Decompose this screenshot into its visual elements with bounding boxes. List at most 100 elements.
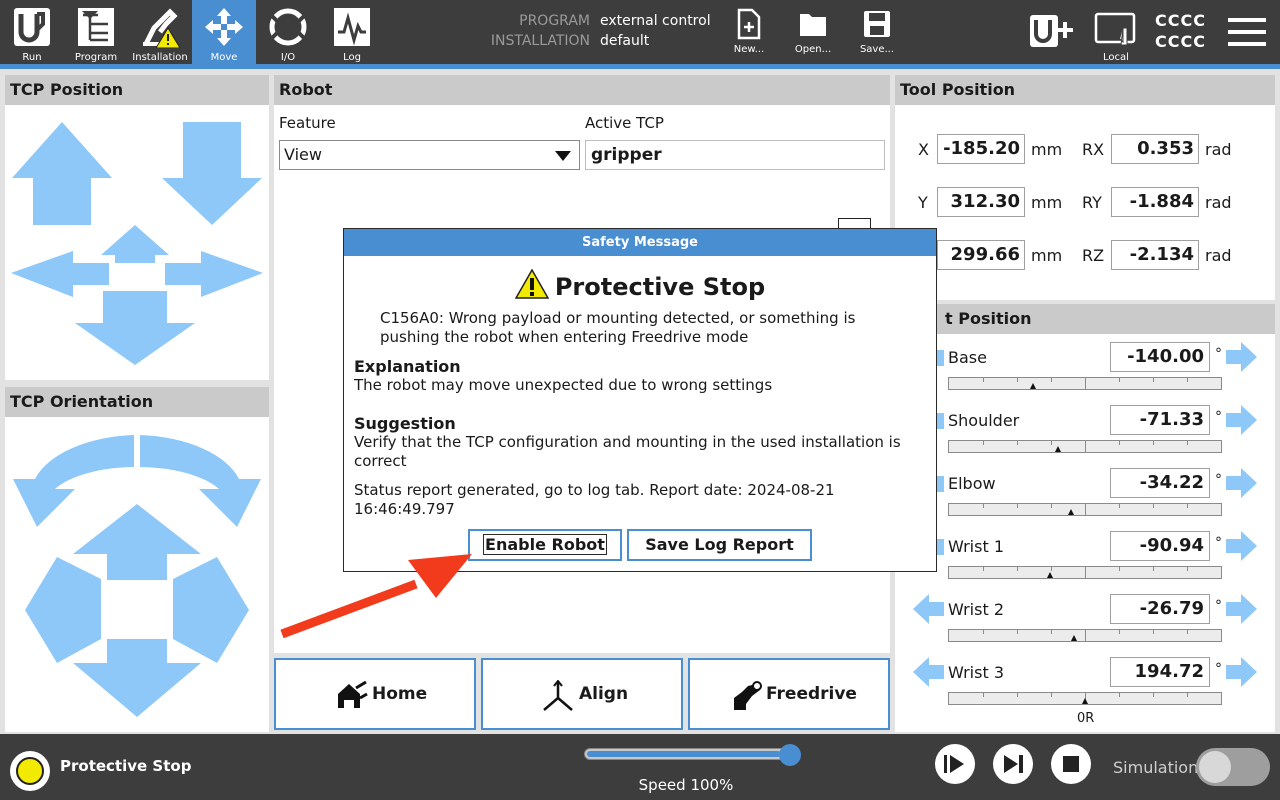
joint-slider[interactable] <box>948 692 1222 705</box>
tilt-left-arrow[interactable] <box>25 557 101 663</box>
suggestion-line1: Verify that the TCP configuration and mo… <box>354 433 901 451</box>
jog-down-z-arrow[interactable] <box>162 122 262 225</box>
joint-slider-thumb[interactable] <box>1030 383 1036 389</box>
robot-title: Robot <box>274 75 890 105</box>
save-log-report-button[interactable]: Save Log Report <box>627 529 812 561</box>
axis-x-value[interactable]: -185.20 <box>937 134 1025 164</box>
axis-z-value[interactable]: 299.66 <box>937 240 1025 270</box>
slider-tick <box>1187 693 1188 697</box>
urcaps-plus-icon[interactable] <box>1029 14 1073 48</box>
joint-decrease-arrow[interactable] <box>911 593 945 625</box>
joint-slider[interactable] <box>948 566 1222 579</box>
tcp-position-title: TCP Position <box>5 75 269 105</box>
freedrive-button[interactable]: Freedrive <box>688 658 890 730</box>
joint-slider[interactable] <box>948 629 1222 642</box>
align-button[interactable]: Align <box>481 658 683 730</box>
tab-move[interactable]: Move <box>192 0 256 64</box>
joint-increase-arrow[interactable] <box>1225 593 1259 625</box>
axis-y-label: Y <box>918 193 928 212</box>
slider-tick <box>983 378 984 382</box>
joint-decrease-arrow[interactable] <box>937 413 944 429</box>
tab-log[interactable]: Log <box>320 0 384 64</box>
joint-decrease-arrow[interactable] <box>937 539 944 555</box>
tilt-backward-arrow[interactable] <box>73 639 201 717</box>
joint-slider[interactable] <box>948 377 1222 390</box>
enable-robot-label: Enable Robot <box>483 534 607 555</box>
jog-right-arrow[interactable] <box>165 251 263 297</box>
joint-increase-arrow[interactable] <box>1225 467 1259 499</box>
feature-select[interactable]: View <box>279 140 580 170</box>
tilt-forward-arrow[interactable] <box>73 504 201 580</box>
step-button[interactable] <box>993 744 1033 784</box>
tab-program[interactable]: Program <box>64 0 128 64</box>
axis-y-value[interactable]: 312.30 <box>937 187 1025 217</box>
stop-button[interactable] <box>1051 744 1091 784</box>
joint-value[interactable]: -34.22 <box>1110 468 1210 498</box>
axis-rx-value[interactable]: 0.353 <box>1111 134 1199 164</box>
speed-slider-knob[interactable] <box>779 744 801 766</box>
log-icon <box>334 8 370 46</box>
jog-forward-arrow[interactable] <box>101 225 169 263</box>
status-text: Protective Stop <box>60 757 192 775</box>
active-tcp-field[interactable]: gripper <box>585 140 885 170</box>
tab-io[interactable]: I/O <box>256 0 320 64</box>
hamburger-menu-icon[interactable] <box>1228 16 1268 48</box>
active-tcp-label: Active TCP <box>585 114 664 132</box>
joint-value[interactable]: -140.00 <box>1110 342 1210 372</box>
joint-slider-thumb[interactable] <box>1055 446 1061 452</box>
jog-backward-arrow[interactable] <box>75 291 195 365</box>
axis-ry-value[interactable]: -1.884 <box>1111 187 1199 217</box>
joint-value[interactable]: -26.79 <box>1110 594 1210 624</box>
joint-unit: ° <box>1215 598 1222 614</box>
slider-tick <box>1051 630 1052 634</box>
slider-tick <box>1051 441 1052 445</box>
joint-increase-arrow[interactable] <box>1225 404 1259 436</box>
play-button[interactable] <box>935 744 975 784</box>
joint-slider-thumb[interactable] <box>1082 698 1088 704</box>
tab-installation[interactable]: Installation <box>128 0 192 64</box>
joint-value[interactable]: -90.94 <box>1110 531 1210 561</box>
dialog-heading: Protective Stop <box>344 265 936 301</box>
joint-slider[interactable] <box>948 503 1222 516</box>
joint-decrease-arrow[interactable] <box>911 656 945 688</box>
joint-value[interactable]: -71.33 <box>1110 405 1210 435</box>
slider-tick <box>1153 630 1154 634</box>
tab-run[interactable]: Run <box>0 0 64 64</box>
axis-ry-unit: rad <box>1205 193 1232 212</box>
local-button[interactable]: Local <box>1091 0 1141 64</box>
axis-rz-value[interactable]: -2.134 <box>1111 240 1199 270</box>
joint-value[interactable]: 194.72 <box>1110 657 1210 687</box>
report-line1: Status report generated, go to log tab. … <box>354 481 835 499</box>
home-button[interactable]: Home <box>274 658 476 730</box>
slider-tick <box>1187 504 1188 508</box>
joint-increase-arrow[interactable] <box>1225 656 1259 688</box>
rotate-ccw-arrow[interactable] <box>13 435 134 527</box>
joint-name: Shoulder <box>948 411 1020 430</box>
tilt-right-arrow[interactable] <box>173 557 249 663</box>
step-forward-icon <box>1004 755 1023 773</box>
new-button[interactable]: New... <box>721 0 777 64</box>
joint-decrease-arrow[interactable] <box>937 350 944 366</box>
joint-slider-thumb[interactable] <box>1068 509 1074 515</box>
joint-slider-thumb[interactable] <box>1071 635 1077 641</box>
joint-slider[interactable] <box>948 440 1222 453</box>
save-button[interactable]: Save... <box>849 0 905 64</box>
joint-increase-arrow[interactable] <box>1225 530 1259 562</box>
joint-increase-arrow[interactable] <box>1225 341 1259 373</box>
joint-unit: ° <box>1215 661 1222 677</box>
jog-left-arrow[interactable] <box>11 251 109 297</box>
feature-select-value: View <box>284 145 322 164</box>
top-bar: Run Program Installation Move I/O Log PR… <box>0 0 1280 64</box>
joint-decrease-arrow[interactable] <box>937 476 944 492</box>
warning-triangle-icon <box>514 268 550 299</box>
joint-slider-thumb[interactable] <box>1047 572 1053 578</box>
explanation-title: Explanation <box>354 357 461 376</box>
jog-up-z-arrow[interactable] <box>12 122 112 225</box>
rotate-cw-arrow[interactable] <box>140 435 261 527</box>
tab-io-label: I/O <box>280 52 296 63</box>
open-button[interactable]: Open... <box>785 0 841 64</box>
slider-tick <box>1153 693 1154 697</box>
enable-robot-button[interactable]: Enable Robot <box>468 529 622 561</box>
dialog-title: Safety Message <box>344 229 936 256</box>
simulation-toggle[interactable] <box>1196 748 1270 786</box>
